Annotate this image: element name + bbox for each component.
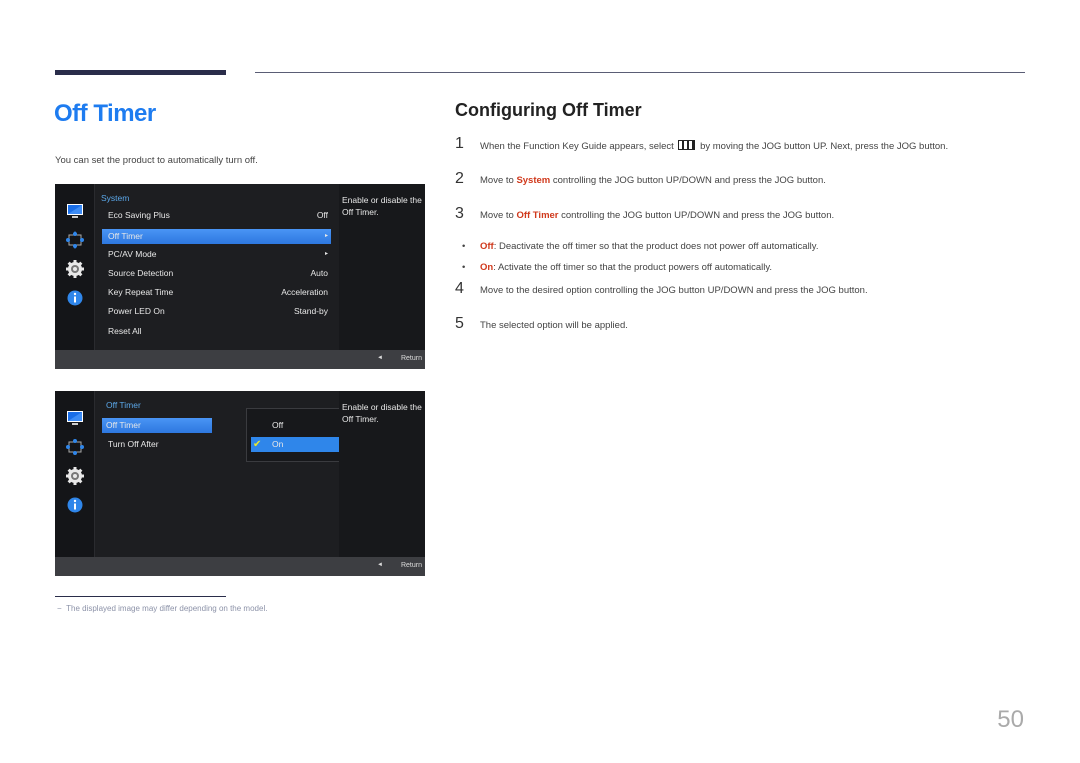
menu-icon: [678, 140, 696, 150]
arrow-right-icon: ▸: [324, 233, 328, 239]
return-arrow-icon: ◄: [377, 355, 383, 361]
gear-icon: [66, 467, 84, 485]
section-title: Configuring Off Timer: [455, 100, 642, 120]
menu-item-pc-av-mode[interactable]: PC/AV Mode ▸: [102, 247, 331, 262]
menu-item-key-repeat-time[interactable]: Key Repeat Time Acceleration: [102, 285, 331, 300]
resize-icon: [66, 231, 84, 249]
menu-item-power-led-on[interactable]: Power LED On Stand-by: [102, 304, 331, 319]
footnote-rule: [55, 596, 226, 597]
osd-menu-panel: System Eco Saving Plus Off Off Timer ▸ PC/…: [94, 184, 340, 350]
menu-item-off-timer[interactable]: Off Timer: [102, 418, 212, 433]
osd-off-timer-menu: Off Timer Off Timer Turn Off After Off ✔…: [55, 391, 425, 576]
header-rule-thin: [255, 72, 1025, 73]
menu-item-off-timer[interactable]: Off Timer ▸: [102, 229, 331, 244]
menu-title: System: [101, 193, 130, 203]
osd-menu-panel: Off Timer Off Timer Turn Off After Off ✔…: [94, 391, 372, 557]
picture-icon: [67, 204, 83, 218]
osd-footer: ◄ Return: [55, 350, 425, 369]
menu-title: Off Timer: [106, 400, 141, 410]
picture-icon: [67, 411, 83, 425]
check-icon: ✔: [253, 439, 262, 450]
osd-sidebar: [55, 184, 94, 350]
intro-text: You can set the product to automatically…: [55, 155, 258, 166]
page-number: 50: [997, 706, 1024, 733]
info-icon: [67, 497, 83, 513]
arrow-right-icon: ▸: [324, 251, 328, 257]
footnote: − The displayed image may differ dependi…: [57, 604, 268, 613]
gear-icon: [66, 260, 84, 278]
menu-item-eco-saving-plus[interactable]: Eco Saving Plus Off: [102, 208, 331, 223]
osd-description: Enable or disable the Off Timer.: [339, 184, 425, 350]
return-button[interactable]: Return: [401, 355, 422, 362]
menu-item-source-detection[interactable]: Source Detection Auto: [102, 266, 331, 281]
info-icon: [67, 290, 83, 306]
osd-system-menu: System Eco Saving Plus Off Off Timer ▸ PC/…: [55, 184, 425, 369]
header-rule-thick: [55, 70, 226, 75]
resize-icon: [66, 439, 84, 455]
return-arrow-icon: ◄: [377, 562, 383, 568]
page-title: Off Timer: [54, 100, 156, 127]
osd-footer: ◄ Return: [55, 557, 425, 576]
osd-description: Enable or disable the Off Timer.: [339, 391, 425, 557]
osd-sidebar: [55, 391, 94, 557]
return-button[interactable]: Return: [401, 562, 422, 569]
menu-item-reset-all[interactable]: Reset All: [102, 324, 331, 339]
